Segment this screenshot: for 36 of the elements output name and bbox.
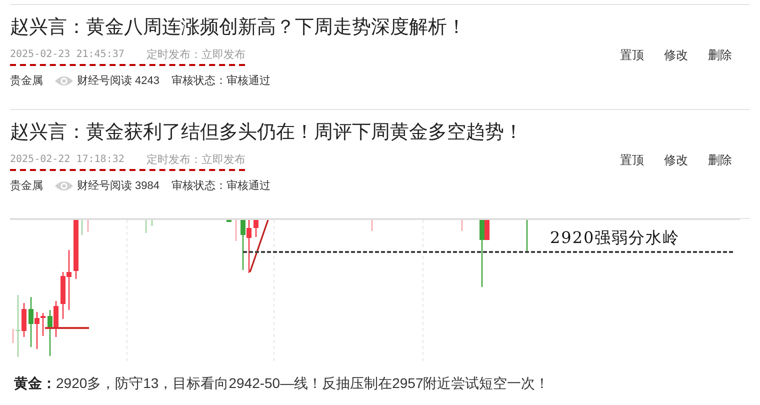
read-count: 财经号阅读 4243 <box>77 74 160 88</box>
support-line <box>45 327 89 329</box>
action-link[interactable]: 删除 <box>708 47 732 63</box>
candlestick <box>74 220 78 279</box>
action-link[interactable]: 修改 <box>664 47 688 63</box>
candlestick <box>226 220 232 222</box>
chart-annotation: 2920强弱分水岭 <box>550 228 680 249</box>
candlestick <box>461 220 463 231</box>
candlestick <box>87 220 89 232</box>
candlestick <box>145 220 147 233</box>
candlestick <box>151 220 153 226</box>
eye-icon <box>55 74 73 86</box>
review-status: 审核状态：审核通过 <box>172 178 271 193</box>
action-link[interactable]: 删除 <box>708 152 732 168</box>
category-label: 贵金属 <box>10 74 43 88</box>
summary-text: 黄金：2920多，防守13，目标看向2942-50—线！反抽压制在2957附近尝试短空一次！ <box>14 375 550 393</box>
article-title[interactable]: 赵兴言：黄金获利了结但多头仍在！周评下周黄金多空趋势！ <box>10 120 750 146</box>
read-count: 财经号阅读 3984 <box>77 179 160 193</box>
candlestick <box>235 220 237 241</box>
candlestick <box>12 329 14 343</box>
candlestick <box>254 220 258 237</box>
category-label: 贵金属 <box>10 178 43 193</box>
article-title[interactable]: 赵兴言：黄金八周连涨频创新高？下周走势深度解析！ <box>10 15 750 41</box>
action-link[interactable]: 置顶 <box>620 47 644 63</box>
candlestick <box>371 220 373 231</box>
eye-icon <box>55 180 73 192</box>
candlestick <box>81 220 83 235</box>
candlestick <box>526 220 528 252</box>
publish-time: 2025-02-23 21:45:37 <box>10 48 124 62</box>
trend-line <box>249 220 269 272</box>
publish-time: 2025-02-22 17:18:32 <box>10 153 124 167</box>
action-link[interactable]: 置顶 <box>620 152 644 168</box>
publish-mode: 定时发布：立即发布 <box>146 48 246 63</box>
action-link[interactable]: 修改 <box>664 152 688 168</box>
review-status: 审核状态：审核通过 <box>172 74 271 88</box>
publish-mode: 定时发布：立即发布 <box>146 152 246 168</box>
